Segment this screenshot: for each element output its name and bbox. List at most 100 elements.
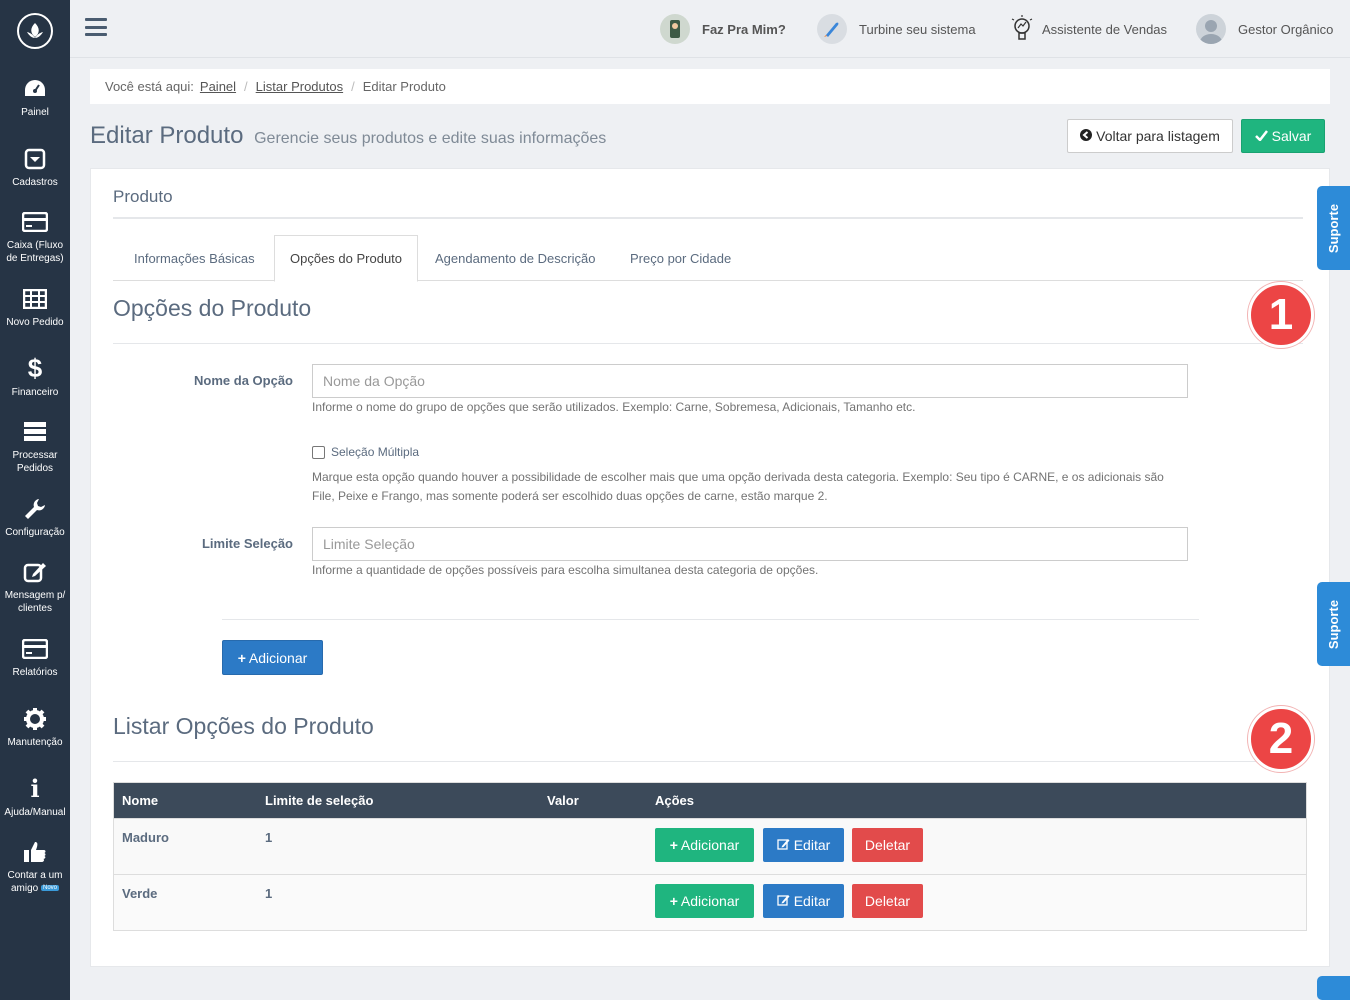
plus-icon: + — [669, 893, 678, 909]
sidebar-item-label: Ajuda/Manual — [4, 806, 66, 818]
tab-agendamento-descricao[interactable]: Agendamento de Descrição — [435, 235, 595, 281]
leaf-logo-icon — [17, 13, 53, 49]
support-tab[interactable]: Suporte — [1317, 582, 1350, 666]
sidebar-item-label: Processar Pedidos — [12, 450, 58, 474]
column-header-valor: Valor — [547, 793, 579, 808]
row-edit-label: Editar — [793, 893, 831, 909]
tab-informacoes-basicas[interactable]: Informações Básicas — [134, 235, 255, 281]
edit-icon — [22, 559, 48, 585]
card-icon — [22, 636, 48, 662]
column-header-acoes: Ações — [655, 793, 695, 808]
support-tab[interactable] — [1317, 976, 1350, 1000]
server-icon — [22, 419, 48, 445]
sidebar-item-contar-amigo[interactable]: Contar a um amigo Novo — [0, 832, 70, 902]
faz-pra-mim-label: Faz Pra Mim? — [702, 21, 786, 37]
nome-opcao-input[interactable] — [312, 364, 1188, 398]
selecao-multipla-help: Marque esta opção quando houver a possib… — [312, 470, 1164, 503]
sidebar-item-label: Relatórios — [12, 666, 58, 678]
row-add-label: Adicionar — [680, 893, 740, 909]
divider — [113, 343, 1303, 344]
breadcrumb-link-painel[interactable]: Painel — [200, 79, 236, 94]
cell-limite: 1 — [265, 886, 273, 901]
divider — [113, 217, 1303, 219]
plus-icon: + — [237, 649, 246, 666]
limite-selecao-input[interactable] — [312, 527, 1188, 561]
section-title-listar: Listar Opções do Produto — [113, 713, 374, 739]
box-icon — [22, 146, 48, 172]
section-title-opcoes: Opções do Produto — [113, 295, 312, 321]
row-add-button[interactable]: + Adicionar — [655, 884, 754, 918]
menu-toggle-icon[interactable] — [85, 18, 107, 36]
sidebar-item-mensagem[interactable]: Mensagem p/ clientes — [0, 552, 70, 622]
page-title: Editar Produto Gerencie seus produtos e … — [90, 122, 606, 150]
row-delete-button[interactable]: Deletar — [852, 828, 923, 862]
cog-icon — [22, 706, 48, 732]
sidebar-item-ajuda[interactable]: i Ajuda/Manual — [0, 762, 70, 832]
row-add-button[interactable]: + Adicionar — [655, 828, 754, 862]
annotation-marker-2: 2 — [1248, 706, 1314, 772]
sidebar-item-cadastros[interactable]: Cadastros — [0, 132, 70, 202]
dashboard-icon — [22, 76, 48, 102]
sidebar-item-financeiro[interactable]: $ Financeiro — [0, 342, 70, 412]
sidebar-item-label: Caixa (Fluxo de Entregas) — [6, 240, 64, 264]
breadcrumb-link-listar-produtos[interactable]: Listar Produtos — [256, 79, 343, 94]
sidebar-item-relatorios[interactable]: Relatórios — [0, 622, 70, 692]
divider — [113, 761, 1303, 762]
save-button[interactable]: Salvar — [1241, 119, 1325, 153]
row-edit-button[interactable]: Editar — [763, 884, 844, 918]
back-to-list-button[interactable]: Voltar para listagem — [1067, 119, 1233, 153]
sidebar-item-caixa[interactable]: Caixa (Fluxo de Entregas) — [0, 202, 70, 272]
sidebar-item-processar-pedidos[interactable]: Processar Pedidos — [0, 412, 70, 482]
sidebar-item-label: Configuração — [5, 526, 65, 538]
app-logo[interactable] — [0, 0, 70, 62]
user-menu[interactable]: Gestor Orgânico — [1196, 14, 1333, 44]
sidebar-item-novo-pedido[interactable]: Novo Pedido — [0, 272, 70, 342]
row-delete-button[interactable]: Deletar — [852, 884, 923, 918]
nome-opcao-label: Nome da Opção — [194, 373, 293, 388]
sidebar-item-label: Novo Pedido — [6, 316, 64, 328]
add-option-button[interactable]: + Adicionar — [222, 640, 323, 675]
support-label: Suporte — [1326, 599, 1341, 649]
wrench-icon — [22, 496, 48, 522]
divider — [222, 619, 1199, 620]
topbar: Faz Pra Mim? Turbine seu sistema Assiste… — [70, 0, 1350, 58]
selecao-multipla-label[interactable]: Seleção Múltipla — [331, 445, 419, 459]
row-edit-label: Editar — [793, 837, 831, 853]
assistente-link[interactable]: Assistente de Vendas — [1008, 14, 1167, 44]
tab-opcoes-do-produto[interactable]: Opções do Produto — [274, 235, 419, 282]
table-header: Nome Limite de seleção Valor Ações — [114, 783, 1306, 818]
support-tab[interactable]: Suporte — [1317, 186, 1350, 270]
avatar — [1196, 14, 1226, 44]
user-name: Gestor Orgânico — [1238, 21, 1334, 37]
card-title: Produto — [113, 187, 173, 206]
support-label: Suporte — [1326, 203, 1341, 253]
person-phone-icon — [660, 14, 690, 44]
assistente-label: Assistente de Vendas — [1042, 21, 1168, 37]
sidebar-item-manutencao[interactable]: Manutenção — [0, 692, 70, 762]
tabs: Informações Básicas Opções do Produto Ag… — [113, 235, 1303, 282]
sidebar-item-label: Painel — [21, 106, 49, 118]
nome-opcao-help: Informe o nome do grupo de opções que se… — [312, 400, 916, 414]
column-header-nome: Nome — [122, 793, 159, 808]
table-row: Maduro 1 + Adicionar Editar Deletar — [114, 818, 1306, 874]
turbine-link[interactable]: Turbine seu sistema — [817, 14, 976, 44]
faz-pra-mim-link[interactable]: Faz Pra Mim? — [660, 14, 786, 44]
sidebar-item-label: Cadastros — [12, 176, 58, 188]
sidebar-item-configuracao[interactable]: Configuração — [0, 482, 70, 552]
table-row: Verde 1 + Adicionar Editar Deletar — [114, 874, 1306, 930]
tab-preco-por-cidade[interactable]: Preço por Cidade — [630, 235, 731, 281]
sidebar: Painel Cadastros Caixa (Fluxo de Entrega… — [0, 0, 70, 1000]
row-edit-button[interactable]: Editar — [763, 828, 844, 862]
options-table: Nome Limite de seleção Valor Ações Madur… — [113, 782, 1307, 931]
new-badge: Novo — [41, 885, 60, 891]
lightbulb-icon — [1008, 14, 1036, 44]
selecao-multipla-checkbox[interactable] — [312, 445, 325, 459]
page-subtitle: Gerencie seus produtos e edite suas info… — [254, 130, 607, 147]
grid-icon — [22, 286, 48, 312]
breadcrumb: Você está aqui: Painel / Listar Produtos… — [90, 69, 1330, 104]
sidebar-item-painel[interactable]: Painel — [0, 62, 70, 132]
row-delete-label: Deletar — [864, 893, 911, 909]
product-card: Produto Informações Básicas Opções do Pr… — [90, 168, 1330, 967]
rocket-icon — [817, 14, 847, 44]
cell-nome: Verde — [122, 886, 158, 901]
